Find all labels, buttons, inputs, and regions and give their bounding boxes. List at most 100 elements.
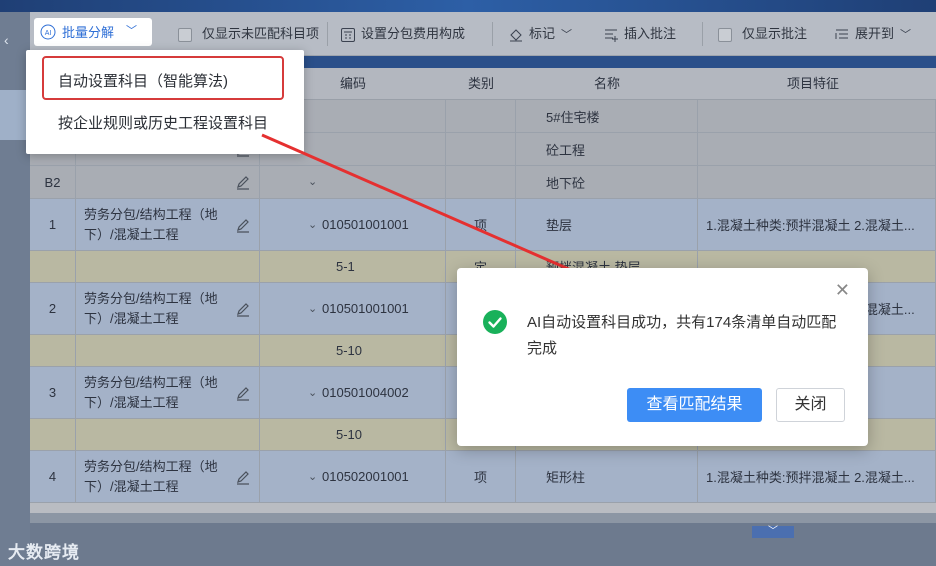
- cell-code: 5-10: [260, 419, 446, 450]
- cell-feature-text: 1.混凝土种类:预拌混凝土 2.混凝土...: [706, 218, 915, 233]
- mark-dropdown[interactable]: 标记 ﹀: [508, 24, 572, 44]
- header-name: 名称: [593, 76, 620, 91]
- cell-code: 010501004002 ⌄: [260, 367, 446, 418]
- cell-name: 垫层: [516, 199, 698, 250]
- table-row[interactable]: 1 劳务分包/结构工程（地下）/混凝土工程 010501001001 ⌄ 项 垫层 1.混凝…: [30, 199, 936, 251]
- cell-feature: [698, 166, 936, 198]
- horizontal-scrollbar[interactable]: [30, 513, 936, 523]
- expand-row-icon[interactable]: ⌄: [308, 175, 317, 188]
- top-band: [0, 0, 936, 12]
- toolbar-divider: [492, 22, 493, 46]
- cell-code-text: 010501001001: [322, 301, 409, 316]
- only-annotation-toggle[interactable]: 仅显示批注: [718, 24, 807, 44]
- expand-row-icon[interactable]: ⌄: [308, 386, 317, 399]
- cell-code-text: 5-10: [336, 343, 363, 358]
- only-annotation-checkbox[interactable]: [718, 27, 732, 42]
- table-row[interactable]: B2 ⌄ 地下砼: [30, 166, 936, 199]
- expand-to-dropdown[interactable]: 展开到 ﹀: [834, 24, 911, 44]
- edit-icon[interactable]: [235, 174, 251, 190]
- only-unmatched-label: 仅显示未匹配科目项: [202, 26, 320, 41]
- menu-item-set-by-rule[interactable]: 按企业规则或历史工程设置科目: [26, 104, 304, 144]
- cell-type: 项: [446, 199, 516, 250]
- toolbar-divider: [702, 22, 703, 46]
- cell-name-text: 5#住宅楼: [546, 109, 600, 125]
- cell-subject: [76, 335, 260, 366]
- batch-decompose-label: 批量分解: [62, 25, 115, 40]
- edit-icon[interactable]: [235, 301, 251, 317]
- cell-feature: [698, 133, 936, 165]
- expand-row-icon[interactable]: ⌄: [308, 470, 317, 483]
- cell-idx: B2: [30, 166, 76, 198]
- cell-idx: [30, 419, 76, 450]
- cell-idx: [30, 251, 76, 282]
- expand-row-icon[interactable]: ⌄: [308, 302, 317, 315]
- cell-feature-text: 1.混凝土种类:预拌混凝土 2.混凝土...: [706, 470, 915, 485]
- header-type: 类别: [467, 76, 494, 91]
- edit-icon[interactable]: [235, 385, 251, 401]
- cell-code-text: 010502001001: [322, 469, 409, 484]
- cell-name-text: 垫层: [546, 218, 573, 233]
- table-row[interactable]: 4 劳务分包/结构工程（地下）/混凝土工程 010502001001 ⌄ 项 矩形柱 1.混…: [30, 451, 936, 503]
- mark-label: 标记: [529, 26, 556, 41]
- cell-subject: [76, 251, 260, 282]
- batch-decompose-menu: 自动设置科目（智能算法) 按企业规则或历史工程设置科目: [26, 50, 304, 154]
- cell-code: 010502001001 ⌄: [260, 451, 446, 502]
- dialog-message: AI自动设置科目成功，共有174条清单自动匹配完成: [527, 314, 837, 357]
- cell-code: 010501001001 ⌄: [260, 283, 446, 334]
- expand-icon: [835, 29, 848, 39]
- set-subcontract-cost-button[interactable]: 设置分包费用构成: [340, 24, 465, 44]
- edit-icon[interactable]: [235, 217, 251, 233]
- cell-idx: [30, 335, 76, 366]
- cell-name-text: 地下砼: [546, 175, 586, 191]
- toolbar-divider: [327, 22, 328, 46]
- cell-subject: [76, 166, 260, 198]
- bottom-panel: [30, 523, 936, 566]
- header-feature: 项目特征: [786, 76, 839, 91]
- cell-name: 矩形柱: [516, 451, 698, 502]
- expand-to-label: 展开到: [855, 26, 895, 41]
- view-result-button[interactable]: 查看匹配结果: [627, 388, 762, 422]
- cell-feature: 1.混凝土种类:预拌混凝土 2.混凝土...: [698, 451, 936, 502]
- close-button[interactable]: 关闭: [776, 388, 845, 422]
- svg-text:AI: AI: [45, 30, 52, 37]
- cell-type: 项: [446, 451, 516, 502]
- chevron-down-icon: ﹀: [561, 29, 573, 41]
- only-unmatched-checkbox[interactable]: [178, 27, 192, 42]
- calculator-icon: [341, 27, 355, 42]
- only-annotation-label: 仅显示批注: [742, 26, 808, 41]
- cell-idx-text: 1: [48, 217, 57, 232]
- cell-code-text: 5-1: [336, 259, 355, 274]
- cell-subject-text: 劳务分包/结构工程（地下）/混凝土工程: [84, 206, 218, 242]
- cell-code-text: 010501004002: [322, 385, 409, 400]
- cell-type: [446, 166, 516, 198]
- cell-subject: 劳务分包/结构工程（地下）/混凝土工程: [76, 199, 260, 250]
- highlight-box: [42, 56, 284, 100]
- collapse-left-icon[interactable]: ‹: [4, 32, 9, 48]
- cell-subject: 劳务分包/结构工程（地下）/混凝土工程: [76, 451, 260, 502]
- cell-subject-text: 劳务分包/结构工程（地下）/混凝土工程: [84, 458, 218, 494]
- only-unmatched-toggle[interactable]: 仅显示未匹配科目项: [178, 24, 319, 44]
- insert-annotation-button[interactable]: 插入批注: [603, 24, 676, 44]
- expand-panel-icon[interactable]: ﹀: [752, 526, 794, 538]
- edit-icon[interactable]: [235, 469, 251, 485]
- set-subcontract-cost-label: 设置分包费用构成: [361, 26, 466, 41]
- cell-idx-text: 2: [48, 301, 57, 316]
- cell-name-text: 砼工程: [546, 142, 586, 158]
- cell-name-text: 矩形柱: [546, 470, 586, 485]
- cell-code: 010501001001 ⌄: [260, 199, 446, 250]
- brand-watermark: 大数跨境: [8, 543, 80, 562]
- cell-subject: 劳务分包/结构工程（地下）/混凝土工程: [76, 283, 260, 334]
- paint-bucket-icon: [510, 28, 522, 42]
- cell-code: 5-1: [260, 251, 446, 282]
- batch-decompose-button[interactable]: AI 批量分解 ﹀: [34, 18, 152, 46]
- cell-idx: 3: [30, 367, 76, 418]
- cell-idx-text: B2: [44, 174, 61, 190]
- cell-type: [446, 133, 516, 165]
- chevron-down-icon: ﹀: [900, 29, 912, 41]
- expand-row-icon[interactable]: ⌄: [308, 218, 317, 231]
- cell-idx-text: 4: [48, 469, 57, 484]
- cell-idx: 2: [30, 283, 76, 334]
- close-icon[interactable]: ✕: [835, 280, 850, 301]
- cell-type-text: 项: [473, 218, 487, 233]
- cell-type: [446, 100, 516, 132]
